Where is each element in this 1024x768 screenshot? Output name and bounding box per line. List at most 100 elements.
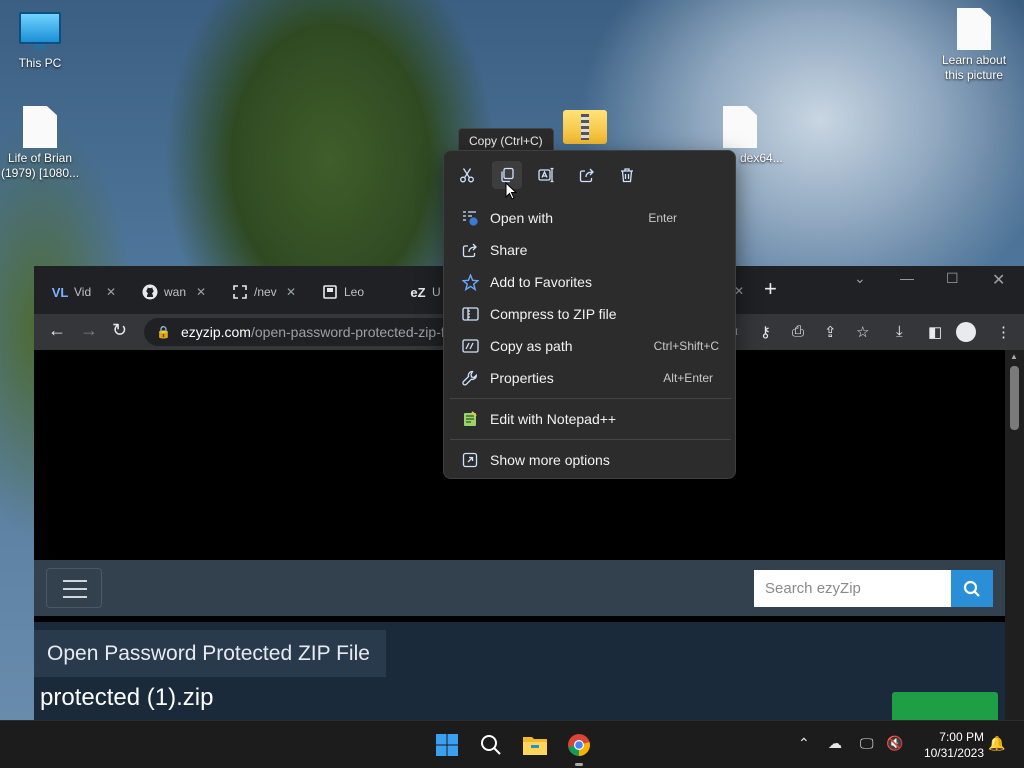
site-search-input[interactable]: [754, 570, 951, 607]
avatar[interactable]: [956, 322, 976, 342]
menu-separator: [450, 398, 731, 399]
key-icon[interactable]: ⚷: [760, 323, 771, 341]
show-hidden-icons-button[interactable]: ⌃: [798, 735, 810, 752]
menu-item-edit-notepad-plus[interactable]: Edit with Notepad++: [450, 404, 731, 434]
menu-item-copy-as-path[interactable]: Copy as path Ctrl+Shift+C: [450, 331, 731, 361]
scroll-thumb[interactable]: [1010, 366, 1019, 430]
lock-icon: 🔒: [156, 325, 171, 339]
menu-item-open-with[interactable]: Open with Enter: [450, 203, 731, 233]
scroll-up-arrow[interactable]: ▲: [1010, 352, 1018, 361]
hamburger-menu-button[interactable]: [46, 568, 102, 608]
tab-label: wan: [164, 285, 187, 299]
desktop-icon-this-pc[interactable]: This PC: [0, 12, 80, 71]
file-explorer-button[interactable]: [521, 731, 549, 759]
close-window-button[interactable]: ✕: [992, 270, 1005, 290]
menu-item-label: Show more options: [490, 452, 610, 468]
context-menu: Open with Enter Share Add to Favorites C…: [443, 150, 736, 479]
menu-item-share[interactable]: Share: [450, 235, 731, 265]
menu-item-label: Properties: [490, 370, 554, 386]
doc-icon: [322, 284, 338, 300]
tab-label: Leo: [344, 285, 365, 299]
tab-search-icon[interactable]: ⌄: [854, 270, 866, 287]
desktop-icon-life-of-brian[interactable]: Life of Brian (1979) [1080...: [0, 106, 80, 181]
wrench-icon: [462, 370, 477, 386]
clock-date: 10/31/2023: [923, 746, 984, 760]
rename-icon: [538, 167, 554, 183]
download-icon[interactable]: ⤓: [896, 323, 903, 340]
page-scrollbar[interactable]: ▲: [1005, 350, 1024, 720]
delete-button[interactable]: [612, 161, 642, 189]
bookmark-star-icon[interactable]: ☆: [856, 323, 869, 341]
expand-icon: [232, 284, 248, 300]
zip-icon: [461, 307, 479, 321]
side-panel-icon[interactable]: ◧: [928, 323, 942, 341]
forward-button[interactable]: →: [80, 320, 98, 341]
github-icon: [142, 284, 158, 300]
cut-button[interactable]: [452, 161, 482, 189]
path-icon: [461, 339, 479, 353]
share-button[interactable]: [572, 161, 602, 189]
clock[interactable]: 7:00 PM 10/31/2023: [914, 729, 984, 761]
tab-vidl[interactable]: VL Vid ✕: [34, 278, 118, 306]
menu-item-label: Compress to ZIP file: [490, 306, 617, 322]
start-button[interactable]: [433, 731, 461, 759]
chrome-icon: [568, 734, 590, 756]
file-icon: [957, 8, 991, 50]
mouse-cursor-icon: [505, 182, 517, 200]
menu-item-shortcut: Alt+Enter: [663, 371, 713, 385]
reload-button[interactable]: ↻: [112, 320, 127, 341]
monitor-icon: [19, 12, 61, 50]
notification-bell-icon[interactable]: 🔔: [988, 735, 1005, 752]
menu-item-add-to-favorites[interactable]: Add to Favorites: [450, 267, 731, 297]
minimize-button[interactable]: —: [900, 270, 914, 286]
close-icon[interactable]: ✕: [106, 285, 116, 299]
folder-icon: [523, 737, 547, 755]
tab-label: Vid: [74, 285, 92, 299]
search-icon: [481, 735, 501, 755]
share-icon: [462, 243, 477, 258]
zip-folder-icon: [563, 110, 607, 144]
menu-item-label: Share: [490, 242, 528, 258]
install-icon[interactable]: ⎙: [792, 323, 804, 340]
action-button[interactable]: [892, 692, 998, 720]
site-search-button[interactable]: [951, 570, 993, 607]
search-button[interactable]: [477, 731, 505, 759]
url-path: /open-password-protected-zip-f: [250, 324, 445, 340]
network-icon[interactable]: 🖵: [860, 735, 874, 752]
search-icon: [963, 580, 980, 597]
chrome-button[interactable]: [565, 731, 593, 759]
volume-muted-icon[interactable]: 🔇: [886, 735, 903, 752]
file-name: protected (1).zip: [40, 684, 214, 711]
onedrive-icon[interactable]: ☁: [828, 735, 842, 752]
open-with-icon: [463, 211, 478, 226]
menu-item-properties[interactable]: Properties Alt+Enter: [450, 363, 731, 393]
back-button[interactable]: ←: [48, 320, 66, 341]
taskbar: ⌃ ☁ 🖵 🔇 7:00 PM 10/31/2023 🔔: [0, 720, 1024, 768]
menu-item-label: Copy as path: [490, 338, 573, 354]
expand-icon: [462, 452, 478, 468]
close-icon[interactable]: ✕: [196, 285, 206, 299]
cut-icon: [460, 168, 474, 183]
menu-item-show-more-options[interactable]: Show more options: [450, 445, 731, 475]
chrome-running-indicator: [575, 763, 583, 766]
menu-item-compress-zip[interactable]: Compress to ZIP file: [450, 299, 731, 329]
desktop-icon-zip-folder[interactable]: [545, 110, 625, 147]
desktop-icon-learn-about-picture[interactable]: Learn about this picture: [934, 8, 1014, 83]
menu-item-label: Open with: [490, 210, 554, 226]
tab-leo[interactable]: Leo: [304, 278, 388, 306]
share-icon: [579, 168, 594, 183]
desktop-icon-label: Learn about this picture: [941, 53, 1007, 82]
menu-item-shortcut: Ctrl+Shift+C: [653, 339, 719, 353]
file-icon: [23, 106, 57, 148]
menu-item-label: Edit with Notepad++: [490, 411, 617, 427]
menu-item-shortcut: Enter: [648, 211, 677, 225]
menu-kebab-icon[interactable]: ⋮: [996, 323, 1011, 341]
maximize-button[interactable]: ☐: [946, 270, 959, 287]
tab-github[interactable]: wan ✕: [124, 278, 208, 306]
rename-button[interactable]: [532, 161, 562, 189]
new-tab-button[interactable]: +: [764, 276, 777, 302]
windows-logo-icon: [436, 734, 458, 756]
share-icon[interactable]: ⇪: [824, 323, 837, 341]
close-icon[interactable]: ✕: [286, 285, 296, 299]
tab-nev[interactable]: /nev ✕: [214, 278, 298, 306]
